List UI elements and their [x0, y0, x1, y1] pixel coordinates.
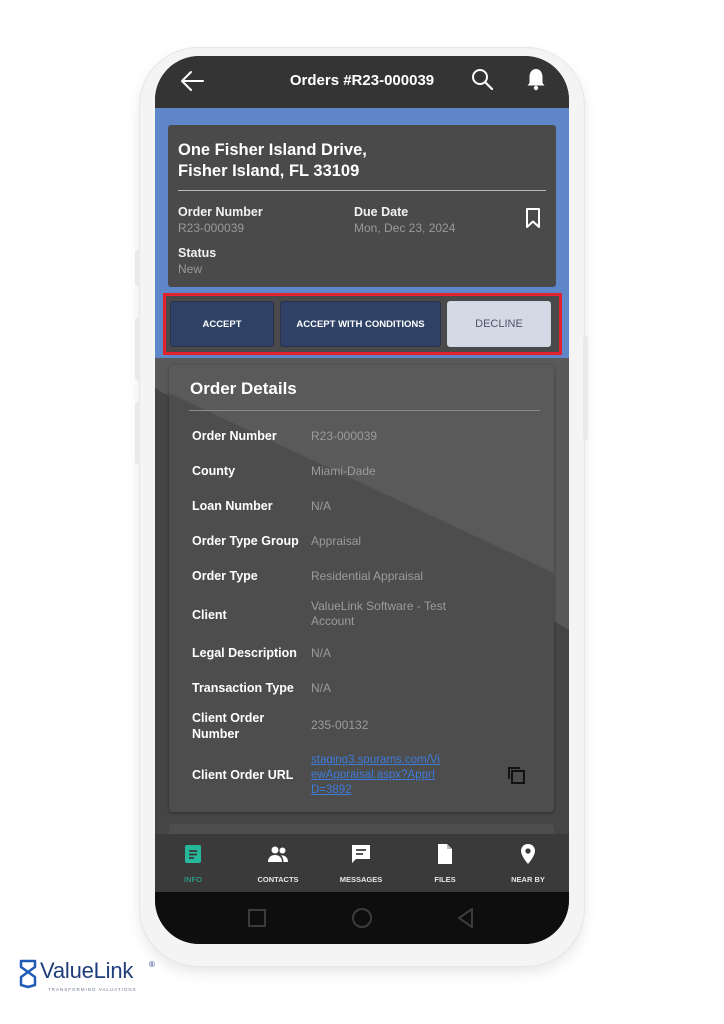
detail-label: Legal Description — [192, 646, 297, 660]
valuelink-logo-mark — [19, 959, 37, 989]
nav-label: FILES — [434, 875, 456, 884]
app-header: Orders #R23-000039 — [155, 56, 569, 108]
order-number-label: Order Number — [178, 205, 263, 219]
detail-label: Order Number — [192, 429, 277, 443]
nav-contacts[interactable]: CONTACTS — [248, 834, 308, 892]
due-date-label: Due Date — [354, 205, 409, 219]
copy-icon[interactable] — [505, 764, 527, 786]
decline-button[interactable]: DECLINE — [447, 301, 551, 347]
detail-value: Appraisal — [311, 534, 362, 548]
detail-value: N/A — [311, 646, 332, 660]
phone-side-button — [135, 250, 140, 286]
location-pin-icon — [521, 844, 535, 864]
order-details-card: Order Details Order Number R23-000039 Co… — [169, 365, 554, 812]
detail-label: County — [192, 464, 236, 478]
detail-label: Client — [192, 608, 227, 622]
client-order-url-link[interactable]: staging3.spurams.com/ViewAppraisal.aspx?… — [311, 753, 443, 798]
status-value: New — [178, 262, 203, 276]
order-details-title: Order Details — [190, 379, 297, 398]
detail-value: Residential Appraisal — [311, 569, 424, 583]
home-icon[interactable] — [350, 906, 374, 930]
property-address: One Fisher Island Drive, Fisher Island, … — [178, 140, 367, 182]
message-icon — [352, 845, 370, 863]
brand-tagline: TRANSFORMING VALUATIONS — [48, 987, 137, 992]
nav-label: NEAR BY — [511, 875, 545, 884]
accept-button[interactable]: ACCEPT — [170, 301, 274, 347]
detail-label: Client Order URL — [192, 768, 294, 782]
search-icon[interactable] — [469, 66, 495, 92]
order-actions-highlight: ACCEPT ACCEPT WITH CONDITIONS DECLINE — [163, 293, 562, 355]
order-number-value: R23-000039 — [178, 221, 245, 235]
divider — [178, 190, 546, 191]
due-date-value: Mon, Dec 23, 2024 — [354, 221, 456, 235]
stage: Orders #R23-000039 One Fisher Island Dri… — [0, 0, 724, 1024]
nav-files[interactable]: FILES — [415, 834, 475, 892]
registered-mark: ® — [149, 960, 155, 969]
next-section-card — [169, 824, 554, 834]
order-content[interactable]: Order Details Order Number R23-000039 Co… — [155, 358, 569, 834]
detail-label: Order Type — [192, 569, 258, 583]
system-back-icon[interactable] — [454, 906, 478, 930]
phone-side-button — [583, 336, 588, 440]
file-icon — [438, 844, 452, 864]
detail-label: Loan Number — [192, 499, 273, 513]
page-title: Orders #R23-000039 — [289, 72, 435, 89]
info-doc-icon — [185, 845, 201, 863]
nav-label: MESSAGES — [339, 875, 383, 884]
nav-label: INFO — [184, 875, 202, 884]
detail-value: Miami-Dade — [311, 464, 376, 478]
address-line-2: Fisher Island, FL 33109 — [178, 162, 360, 180]
recent-apps-icon[interactable] — [245, 906, 269, 930]
detail-label: Order Type Group — [192, 534, 299, 548]
status-label: Status — [178, 246, 217, 260]
detail-value: N/A — [311, 681, 332, 695]
nav-near-by[interactable]: NEAR BY — [498, 834, 558, 892]
nav-info[interactable]: INFO — [163, 834, 223, 892]
valuelink-logo: ValueLink ® TRANSFORMING VALUATIONS — [16, 955, 166, 1003]
phone-side-button — [135, 318, 140, 380]
divider — [189, 410, 540, 411]
bottom-nav: INFO CONTACTS MESSAGES FILES NEAR BY — [155, 834, 569, 892]
nav-messages[interactable]: MESSAGES — [331, 834, 391, 892]
detail-value: ValueLink Software - Test Account — [311, 599, 446, 628]
nav-label: CONTACTS — [257, 875, 299, 884]
system-nav-bar — [155, 892, 569, 944]
address-card: One Fisher Island Drive, Fisher Island, … — [168, 125, 556, 287]
accept-with-conditions-button[interactable]: ACCEPT WITH CONDITIONS — [280, 301, 441, 347]
detail-value: 235-00132 — [311, 718, 369, 732]
phone-screen: Orders #R23-000039 One Fisher Island Dri… — [155, 56, 569, 944]
brand-name: ValueLink — [40, 958, 134, 983]
detail-value: N/A — [311, 499, 332, 513]
address-line-1: One Fisher Island Drive, — [178, 141, 367, 159]
people-icon — [268, 846, 288, 862]
phone-side-button — [135, 402, 140, 464]
detail-label: Transaction Type — [192, 681, 294, 695]
detail-value: R23-000039 — [311, 429, 378, 443]
bookmark-icon[interactable] — [523, 207, 543, 229]
notification-bell-icon[interactable] — [523, 66, 549, 92]
detail-label: Client Order Number — [192, 711, 265, 741]
